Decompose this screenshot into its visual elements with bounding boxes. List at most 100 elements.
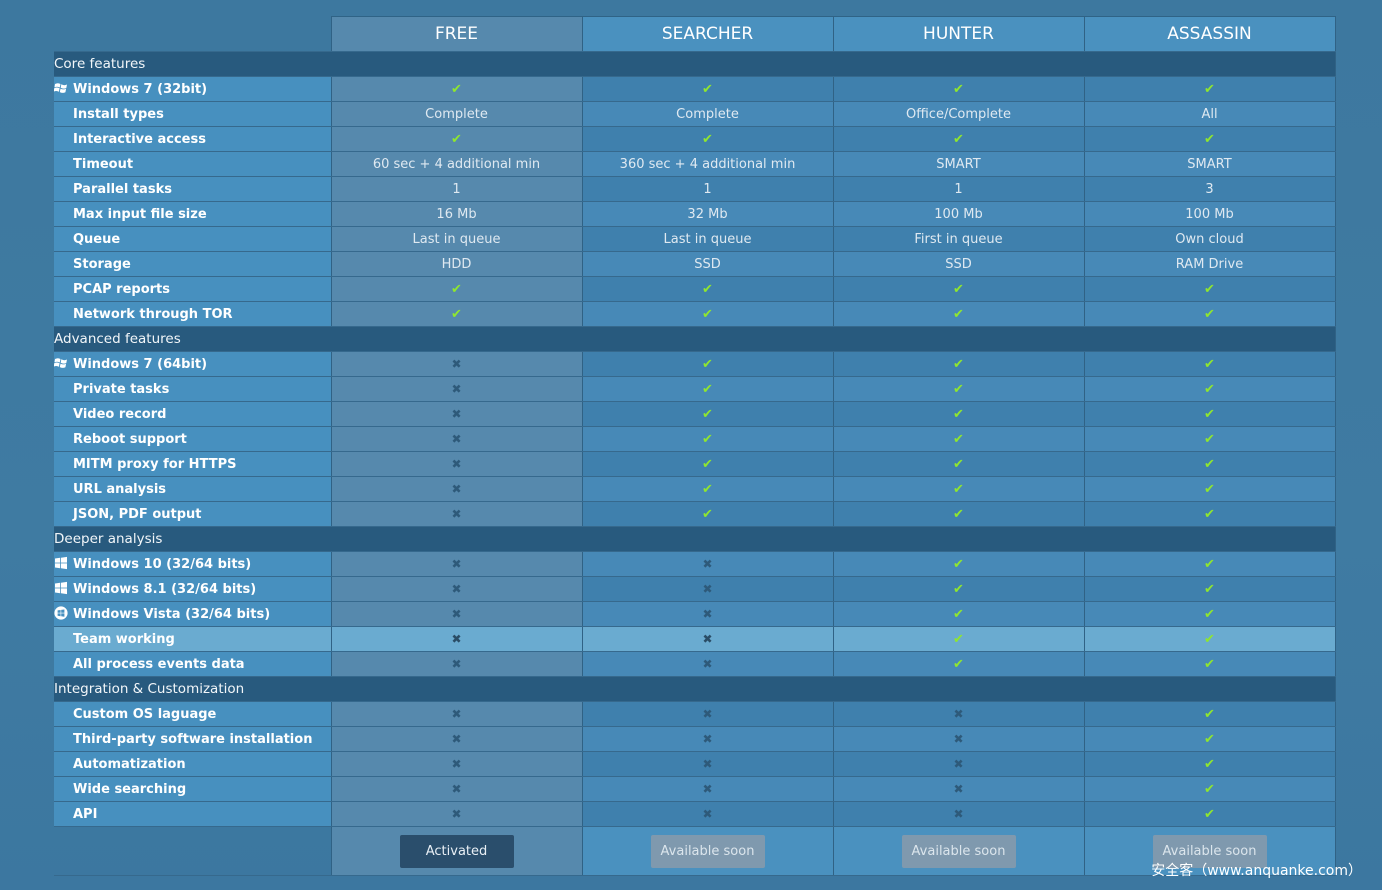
feature-row: Team working ✖ ✖ ✔ ✔: [54, 626, 1336, 652]
check-icon: ✔: [1204, 381, 1215, 397]
windows-7-icon: [54, 81, 68, 95]
value-cell-searcher: ✔: [582, 276, 834, 302]
value-text: Complete: [425, 106, 488, 122]
value-cell-hunter: ✔: [833, 376, 1085, 402]
value-cell-searcher: ✔: [582, 351, 834, 377]
cross-icon: ✖: [953, 806, 964, 821]
value-text: All: [1201, 106, 1218, 122]
value-cell-assassin: ✔: [1084, 351, 1336, 377]
check-icon: ✔: [953, 456, 964, 472]
value-cell-assassin: ✔: [1084, 701, 1336, 727]
check-icon: ✔: [1204, 631, 1215, 647]
value-text: RAM Drive: [1175, 256, 1244, 272]
value-cell-hunter: ✔: [833, 451, 1085, 477]
value-text: 1: [703, 181, 712, 197]
value-cell-assassin: ✔: [1084, 401, 1336, 427]
check-icon: ✔: [953, 356, 964, 372]
cross-icon: ✖: [702, 556, 713, 571]
value-cell-searcher: ✖: [582, 751, 834, 777]
check-icon: ✔: [1204, 781, 1215, 797]
value-text: Last in queue: [663, 231, 752, 247]
value-cell-assassin: ✔: [1084, 776, 1336, 802]
check-icon: ✔: [953, 306, 964, 322]
feature-row: Windows Vista (32/64 bits) ✖ ✖ ✔ ✔: [54, 601, 1336, 627]
windows-10-icon: [54, 556, 68, 570]
feature-name-cell: Windows 7 (64bit): [54, 351, 332, 377]
check-icon: ✔: [1204, 731, 1215, 747]
plan-header-hunter: HUNTER: [833, 16, 1085, 52]
feature-label: Custom OS laguage: [73, 707, 217, 722]
cross-icon: ✖: [953, 731, 964, 746]
value-cell-assassin: ✔: [1084, 551, 1336, 577]
check-icon: ✔: [702, 281, 713, 297]
check-icon: ✔: [1204, 656, 1215, 672]
activated-button[interactable]: Activated: [399, 834, 514, 868]
value-cell-searcher: ✖: [582, 576, 834, 602]
available-soon-button-searcher[interactable]: Available soon: [650, 834, 765, 868]
check-icon: ✔: [702, 306, 713, 322]
value-cell-assassin: ✔: [1084, 126, 1336, 152]
check-icon: ✔: [953, 406, 964, 422]
value-cell-searcher: ✖: [582, 701, 834, 727]
cross-icon: ✖: [702, 581, 713, 596]
value-cell-hunter: ✔: [833, 126, 1085, 152]
check-icon: ✔: [451, 306, 462, 322]
feature-row: All process events data ✖ ✖ ✔ ✔: [54, 651, 1336, 677]
cross-icon: ✖: [451, 506, 462, 521]
value-cell-searcher: ✔: [582, 401, 834, 427]
check-icon: ✔: [953, 431, 964, 447]
feature-label: Video record: [73, 407, 167, 422]
value-cell-hunter: ✔: [833, 76, 1085, 102]
value-cell-searcher: Last in queue: [582, 226, 834, 252]
value-cell-assassin: 3: [1084, 176, 1336, 202]
check-icon: ✔: [702, 131, 713, 147]
value-cell-assassin: ✔: [1084, 376, 1336, 402]
value-cell-searcher: ✔: [582, 476, 834, 502]
category-row: Core features: [54, 51, 1336, 77]
feature-name-cell: Team working: [54, 626, 332, 652]
check-icon: ✔: [1204, 756, 1215, 772]
feature-row: Windows 7 (64bit) ✖ ✔ ✔ ✔: [54, 351, 1336, 377]
feature-row: Third-party software installation ✖ ✖ ✖ ✔: [54, 726, 1336, 752]
value-text: SSD: [945, 256, 972, 272]
value-cell-assassin: ✔: [1084, 451, 1336, 477]
check-icon: ✔: [1204, 356, 1215, 372]
value-cell-free: ✖: [331, 351, 583, 377]
value-text: Own cloud: [1175, 231, 1244, 247]
feature-name-cell: Queue: [54, 226, 332, 252]
value-cell-hunter: ✖: [833, 801, 1085, 827]
value-cell-free: 1: [331, 176, 583, 202]
category-row: Deeper analysis: [54, 526, 1336, 552]
check-icon: ✔: [702, 506, 713, 522]
available-soon-button-hunter[interactable]: Available soon: [901, 834, 1016, 868]
value-cell-assassin: Own cloud: [1084, 226, 1336, 252]
feature-name-cell: Windows Vista (32/64 bits): [54, 601, 332, 627]
windows-7-icon: [54, 356, 68, 370]
check-icon: ✔: [451, 81, 462, 97]
feature-name-cell: Network through TOR: [54, 301, 332, 327]
feature-label: Install types: [73, 107, 164, 122]
feature-label: Private tasks: [73, 382, 170, 397]
value-cell-assassin: 100 Mb: [1084, 201, 1336, 227]
feature-name-cell: Storage: [54, 251, 332, 277]
feature-label: Team working: [73, 632, 175, 647]
cross-icon: ✖: [451, 606, 462, 621]
value-cell-assassin: ✔: [1084, 576, 1336, 602]
header-corner: [54, 16, 332, 52]
cross-icon: ✖: [451, 406, 462, 421]
feature-row: Max input file size 16 Mb 32 Mb 100 Mb 100 M…: [54, 201, 1336, 227]
value-cell-searcher: Complete: [582, 101, 834, 127]
value-cell-free: ✖: [331, 376, 583, 402]
value-cell-free: Last in queue: [331, 226, 583, 252]
value-cell-free: ✖: [331, 626, 583, 652]
value-cell-free: Complete: [331, 101, 583, 127]
cross-icon: ✖: [451, 481, 462, 496]
check-icon: ✔: [702, 481, 713, 497]
check-icon: ✔: [1204, 131, 1215, 147]
value-text: 100 Mb: [934, 206, 983, 222]
value-cell-hunter: ✖: [833, 776, 1085, 802]
check-icon: ✔: [953, 281, 964, 297]
feature-name-cell: All process events data: [54, 651, 332, 677]
value-cell-hunter: ✖: [833, 701, 1085, 727]
value-cell-searcher: ✖: [582, 776, 834, 802]
